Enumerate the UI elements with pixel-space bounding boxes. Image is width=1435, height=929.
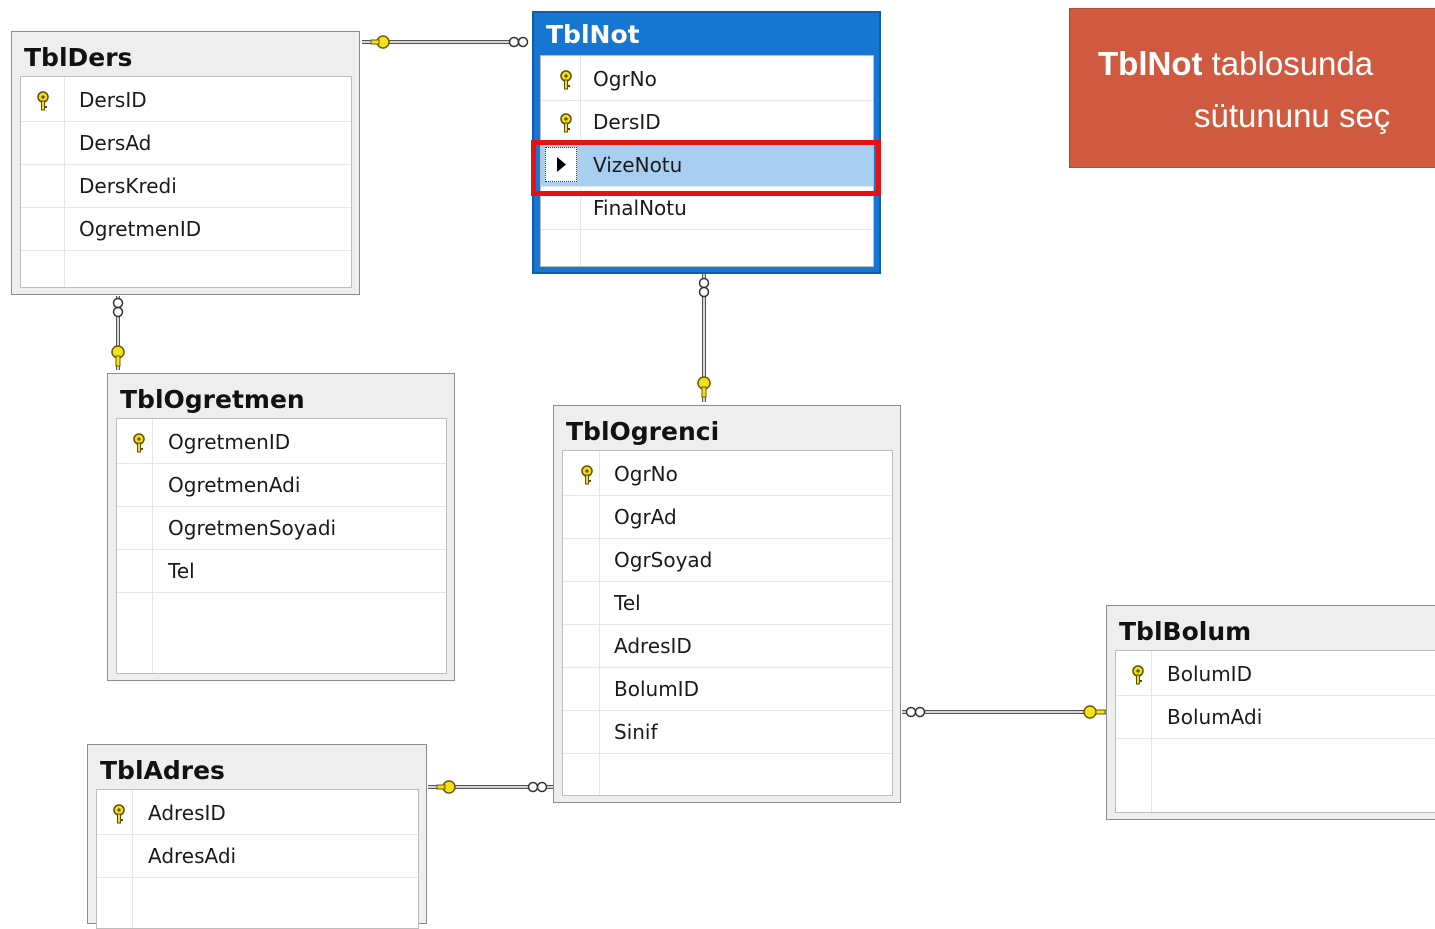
table-title[interactable]: TblBolum bbox=[1107, 606, 1435, 650]
primary-key-icon bbox=[133, 433, 145, 453]
column-row-ograd[interactable]: OgrAd bbox=[563, 496, 892, 539]
column-grid: OgrNo OgrAd OgrSoyad Tel AdresID BolumID… bbox=[562, 450, 893, 796]
instruction-callout: TblNot tablosunda sütununu seç bbox=[1069, 8, 1435, 168]
table-title[interactable]: TblNot bbox=[534, 13, 879, 53]
column-row-sinif[interactable]: Sinif bbox=[563, 711, 892, 754]
column-name: OgretmenID bbox=[79, 217, 202, 241]
callout-line-2: sütununu seç bbox=[1194, 97, 1391, 134]
column-row-adresid[interactable]: AdresID bbox=[97, 792, 418, 835]
column-row-bolumadi[interactable]: BolumAdi bbox=[1116, 696, 1435, 739]
column-name: DersAd bbox=[79, 131, 152, 155]
column-name: BolumID bbox=[614, 677, 699, 701]
callout-text: tablosunda bbox=[1202, 45, 1374, 82]
primary-key-icon bbox=[113, 804, 125, 824]
callout-table-name: TblNot bbox=[1098, 45, 1203, 82]
column-grid: AdresID AdresAdi bbox=[96, 789, 419, 929]
column-row-ogretmenid[interactable]: OgretmenID bbox=[21, 208, 351, 251]
column-row-ogrno[interactable]: OgrNo bbox=[541, 58, 873, 101]
table-tblogretmen[interactable]: TblOgretmen OgretmenID OgretmenAdi Ogret… bbox=[107, 373, 455, 681]
column-row-tel[interactable]: Tel bbox=[563, 582, 892, 625]
table-tblbolum[interactable]: TblBolum BolumID BolumAdi bbox=[1106, 605, 1435, 820]
column-row-dersad[interactable]: DersAd bbox=[21, 122, 351, 165]
primary-key-icon bbox=[37, 91, 49, 111]
column-name: Tel bbox=[168, 559, 195, 583]
column-name: OgrAd bbox=[614, 505, 677, 529]
column-grid: OgretmenID OgretmenAdi OgretmenSoyadi Te… bbox=[116, 418, 447, 674]
callout-line-1: TblNot tablosunda bbox=[1098, 45, 1373, 83]
column-row-ogretmenid[interactable]: OgretmenID bbox=[117, 421, 446, 464]
column-row-dersid[interactable]: DersID bbox=[541, 101, 873, 144]
column-row-ogrno[interactable]: OgrNo bbox=[563, 453, 892, 496]
table-tbladres[interactable]: TblAdres AdresID AdresAdi bbox=[87, 744, 427, 929]
column-row-ogrsoyad[interactable]: OgrSoyad bbox=[563, 539, 892, 582]
table-title[interactable]: TblDers bbox=[12, 32, 359, 76]
rel-bolum-ogrenci[interactable] bbox=[902, 705, 1106, 719]
column-name: OgretmenID bbox=[168, 430, 291, 454]
column-row-adresid[interactable]: AdresID bbox=[563, 625, 892, 668]
column-name: BolumAdi bbox=[1167, 705, 1263, 729]
column-row-ogretmenadi[interactable]: OgretmenAdi bbox=[117, 464, 446, 507]
primary-key-icon bbox=[581, 465, 593, 485]
column-row-adresadi[interactable]: AdresAdi bbox=[97, 835, 418, 878]
column-name: OgretmenAdi bbox=[168, 473, 301, 497]
table-title[interactable]: TblOgrenci bbox=[554, 406, 900, 450]
column-name: AdresID bbox=[148, 801, 226, 825]
table-title[interactable]: TblAdres bbox=[88, 745, 426, 789]
primary-key-icon bbox=[560, 70, 572, 90]
column-row-bolumid[interactable]: BolumID bbox=[1116, 653, 1435, 696]
column-name: Sinif bbox=[614, 720, 658, 744]
column-row-dersid[interactable]: DersID bbox=[21, 79, 351, 122]
column-grid: BolumID BolumAdi bbox=[1115, 650, 1435, 813]
column-name: AdresID bbox=[614, 634, 692, 658]
column-name: OgrNo bbox=[593, 67, 657, 91]
column-name: OgretmenSoyadi bbox=[168, 516, 337, 540]
rel-adres-ogrenci[interactable] bbox=[428, 780, 553, 794]
column-name: DersKredi bbox=[79, 174, 177, 198]
column-row-derskredi[interactable]: DersKredi bbox=[21, 165, 351, 208]
column-name: BolumID bbox=[1167, 662, 1252, 686]
column-grid: DersID DersAd DersKredi OgretmenID bbox=[20, 76, 352, 288]
column-name: DersID bbox=[79, 88, 147, 112]
column-name: AdresAdi bbox=[148, 844, 237, 868]
table-title[interactable]: TblOgretmen bbox=[108, 374, 454, 418]
column-name: OgrSoyad bbox=[614, 548, 713, 572]
column-name: DersID bbox=[593, 110, 661, 134]
column-name: Tel bbox=[614, 591, 641, 615]
column-name: OgrNo bbox=[614, 462, 678, 486]
selection-highlight-box bbox=[531, 140, 881, 196]
table-tblogrenci[interactable]: TblOgrenci OgrNo OgrAd OgrSoyad Tel Adre… bbox=[553, 405, 901, 803]
table-tblders[interactable]: TblDers DersID DersAd DersKredi Ogretmen… bbox=[11, 31, 360, 295]
rel-ogretmen-ders[interactable] bbox=[111, 296, 125, 370]
primary-key-icon bbox=[1132, 665, 1144, 685]
rel-ders-not[interactable] bbox=[362, 35, 529, 49]
column-row-tel[interactable]: Tel bbox=[117, 550, 446, 593]
rel-ogrenci-not[interactable] bbox=[697, 274, 711, 402]
column-row-bolumid[interactable]: BolumID bbox=[563, 668, 892, 711]
primary-key-icon bbox=[560, 113, 572, 133]
column-row-ogretmensoyadi[interactable]: OgretmenSoyadi bbox=[117, 507, 446, 550]
